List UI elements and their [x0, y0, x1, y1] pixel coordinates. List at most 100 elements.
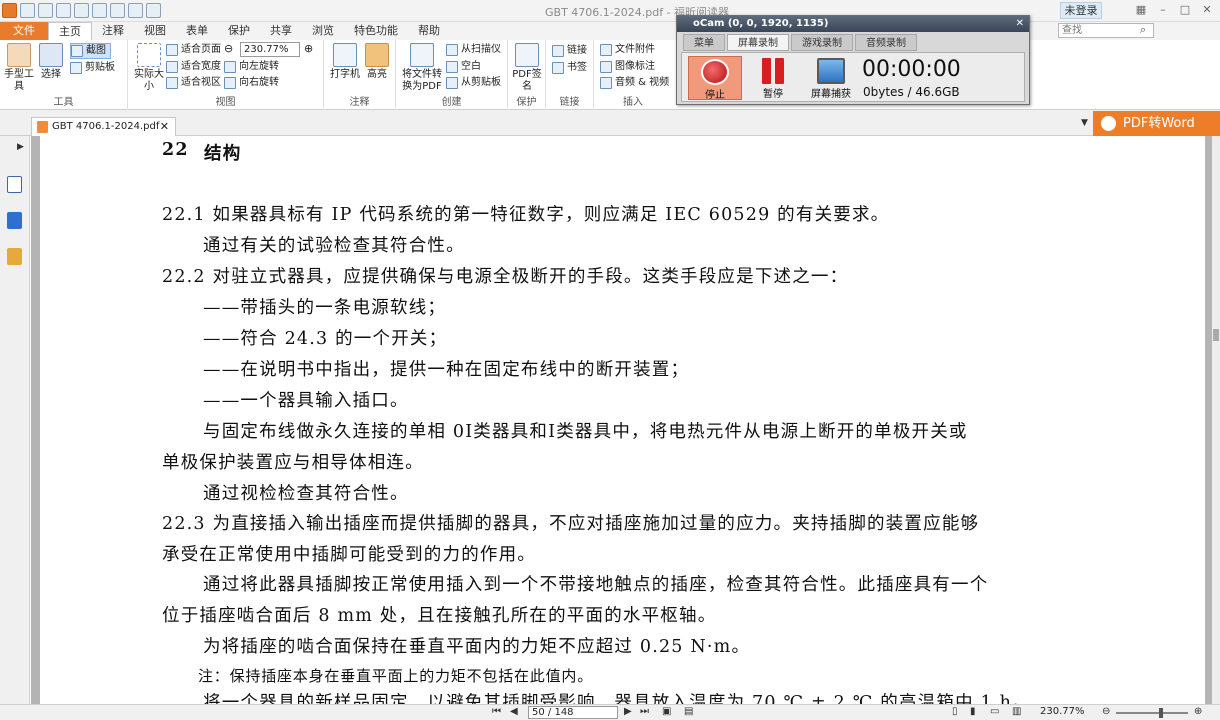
zoom-out-status-icon[interactable]: ⊖: [1102, 706, 1110, 717]
undo-icon[interactable]: [110, 3, 125, 18]
rotate-left-button[interactable]: 向左旋转: [224, 59, 279, 75]
zoom-in-icon[interactable]: ⊕: [304, 42, 313, 55]
ocam-close-icon[interactable]: ✕: [1016, 16, 1024, 32]
tab-close-icon[interactable]: ✕: [160, 118, 169, 135]
view-mode-icon[interactable]: ▤: [684, 706, 693, 717]
expand-panel-icon[interactable]: ▶: [17, 142, 24, 152]
new-icon[interactable]: [74, 3, 89, 18]
scrollbar-thumb[interactable]: [1213, 329, 1219, 341]
insert-group: 文件附件 图像标注 音频 & 视频 插入: [594, 40, 672, 110]
tab-comment[interactable]: 注释: [92, 22, 134, 40]
tab-file[interactable]: 文件: [0, 22, 48, 40]
convert-to-pdf-button[interactable]: 将文件转换为PDF: [400, 43, 444, 93]
hand-tool-button[interactable]: 手型工具: [2, 43, 36, 93]
bookmark-button[interactable]: 书签: [552, 60, 587, 76]
continuous-page-icon[interactable]: ▮: [970, 706, 976, 717]
tab-view[interactable]: 视图: [134, 22, 176, 40]
tab-share[interactable]: 共享: [260, 22, 302, 40]
tab-features[interactable]: 特色功能: [344, 22, 408, 40]
text-line: 与固定布线做永久连接的单相 0Ⅰ类器具和Ⅰ类器具中，将电热元件从电源上断开的单极…: [203, 422, 968, 442]
print-icon[interactable]: [56, 3, 71, 18]
tools-group: 手型工具 选择 截图 剪贴板 工具: [0, 40, 128, 110]
pdf-page[interactable]: 22 结构 22.1 如果器具标有 IP 代码系统的第一特征数字，则应满足 IE…: [40, 136, 1205, 713]
from-scanner-button[interactable]: 从扫描仪: [446, 42, 501, 58]
text-line: ——在说明书中指出，提供一种在固定布线中的断开装置；: [203, 360, 690, 380]
view-mode-icon[interactable]: ▣: [662, 706, 671, 717]
pdf-icon[interactable]: [92, 3, 107, 18]
pdf2word-icon: [1101, 116, 1116, 131]
tab-home[interactable]: 主页: [48, 22, 92, 40]
single-page-icon[interactable]: ▯: [952, 706, 958, 717]
text-line: ——带插头的一条电源软线；: [203, 298, 447, 318]
layers-icon[interactable]: [7, 212, 22, 229]
facing-continuous-icon[interactable]: ▥: [1012, 706, 1021, 717]
actual-size-icon: [137, 43, 161, 67]
bookmark-icon: [552, 62, 564, 74]
next-page-icon[interactable]: ▶: [624, 706, 632, 717]
link-button[interactable]: 链接: [552, 43, 587, 59]
select-tool-button[interactable]: 选择: [34, 43, 68, 81]
save-icon[interactable]: [38, 3, 53, 18]
from-clipboard-button[interactable]: 从剪贴板: [446, 75, 501, 91]
pdf-to-word-button[interactable]: PDF转Word: [1093, 111, 1220, 136]
pdf-sign-button[interactable]: PDF签名: [510, 43, 544, 93]
ocam-tab-menu[interactable]: 菜单: [683, 34, 725, 51]
pause-button[interactable]: 暂停: [746, 56, 800, 100]
scanner-icon: [446, 44, 458, 56]
fit-visible-icon: [166, 77, 178, 89]
prev-page-icon[interactable]: ◀: [510, 706, 518, 717]
fit-width-icon: [166, 61, 178, 73]
tab-form[interactable]: 表单: [176, 22, 218, 40]
snapshot-button[interactable]: 截图: [70, 43, 111, 59]
ocam-tab-game-record[interactable]: 游戏录制: [791, 34, 853, 51]
maximize-icon[interactable]: □: [1178, 3, 1192, 17]
blank-page-button[interactable]: 空白: [446, 59, 481, 75]
rotate-right-button[interactable]: 向右旋转: [224, 75, 279, 91]
window-controls: ▦ – □ ✕: [1134, 3, 1214, 17]
minimize-icon[interactable]: –: [1156, 3, 1170, 17]
close-icon[interactable]: ✕: [1200, 3, 1214, 17]
note-line: 注：保持插座本身在垂直平面上的力矩不包括在此值内。: [198, 667, 594, 685]
page-thumbnail-icon[interactable]: [7, 176, 22, 193]
vertical-scrollbar[interactable]: [1212, 136, 1220, 704]
typewriter-button[interactable]: 打字机: [328, 43, 362, 81]
tab-help[interactable]: 帮助: [408, 22, 450, 40]
last-page-icon[interactable]: ⏭: [640, 706, 649, 717]
comments-icon[interactable]: [7, 248, 22, 265]
tab-browse[interactable]: 浏览: [302, 22, 344, 40]
search-icon[interactable]: ⌕: [1140, 23, 1146, 37]
first-page-icon[interactable]: ⏮: [492, 706, 501, 717]
ocam-tab-audio-record[interactable]: 音频录制: [855, 34, 917, 51]
redo-icon[interactable]: [128, 3, 143, 18]
tab-list-dropdown-icon[interactable]: ▼: [1081, 118, 1088, 128]
file-attachment-button[interactable]: 文件附件: [600, 42, 655, 58]
stop-button[interactable]: 停止: [688, 56, 742, 101]
zoom-in-status-icon[interactable]: ⊕: [1194, 706, 1202, 717]
highlight-button[interactable]: 高亮: [360, 43, 394, 81]
document-tab[interactable]: GBT 4706.1-2024.pdf ✕: [31, 117, 176, 136]
text-line: 位于插座啮合面后 8 mm 处，且在接触孔所在的平面的水平枢轴。: [162, 606, 717, 626]
fit-page-button[interactable]: 适合页面: [166, 42, 221, 58]
facing-page-icon[interactable]: ▭: [990, 706, 999, 717]
zoom-out-icon[interactable]: ⊖: [224, 42, 233, 55]
screen-capture-button[interactable]: 屏幕捕获: [804, 56, 858, 100]
record-stop-icon: [701, 59, 729, 85]
tab-protect[interactable]: 保护: [218, 22, 260, 40]
actual-size-button[interactable]: 实际大小: [132, 43, 166, 93]
fit-visible-button[interactable]: 适合视区: [166, 75, 221, 91]
layout-icon[interactable]: ▦: [1134, 3, 1148, 17]
fit-width-button[interactable]: 适合宽度: [166, 59, 221, 75]
section-heading: 结构: [204, 144, 242, 164]
login-button[interactable]: 未登录: [1060, 2, 1102, 19]
zoom-slider-knob[interactable]: [1159, 708, 1163, 718]
customize-icon[interactable]: [146, 3, 161, 18]
open-icon[interactable]: [20, 3, 35, 18]
zoom-select[interactable]: 230.77%: [240, 42, 300, 57]
audio-video-button[interactable]: 音频 & 视频: [600, 75, 669, 91]
clipboard-button[interactable]: 剪贴板: [70, 60, 115, 76]
page-number-input[interactable]: 50 / 148: [528, 706, 618, 719]
image-annotation-button[interactable]: 图像标注: [600, 59, 655, 75]
zoom-slider[interactable]: [1116, 708, 1188, 718]
ocam-tab-screen-record[interactable]: 屏幕录制: [727, 34, 789, 51]
camera-icon: [71, 45, 83, 57]
